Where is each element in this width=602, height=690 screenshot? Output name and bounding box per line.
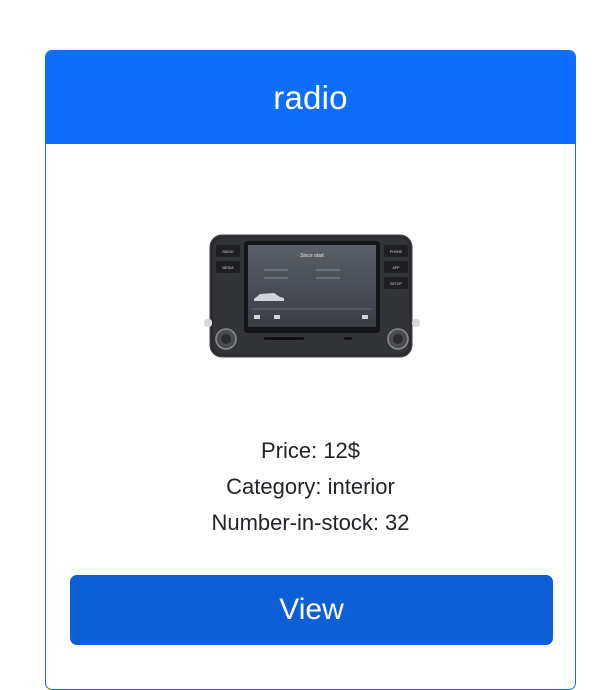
app-button-label: APP [392, 266, 400, 270]
media-button-label: MEDIA [222, 266, 234, 270]
phone-button-label: PHONE [390, 250, 403, 254]
view-button[interactable]: View [70, 575, 553, 645]
category-text: Category: interior [226, 474, 395, 499]
product-card: radio Since start RADIO MEDIA PHONE APP … [45, 50, 576, 690]
setup-button-label: SETUP [390, 282, 402, 286]
view-button-label: View [279, 593, 344, 626]
card-header: radio [46, 51, 575, 144]
price-text: Price: 12$ [260, 438, 361, 463]
radio-button-label: RADIO [222, 250, 233, 254]
product-title: radio [273, 78, 348, 116]
screen-title: Since start [300, 253, 324, 259]
stock-text: Number-in-stock: 32 [211, 510, 410, 535]
product-image: Since start RADIO MEDIA PHONE APP SETUP [204, 234, 420, 358]
